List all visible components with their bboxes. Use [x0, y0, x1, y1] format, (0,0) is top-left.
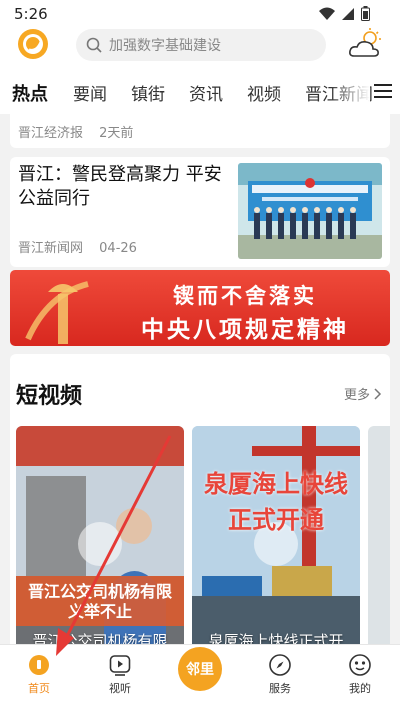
status-bar: 5:26 [0, 0, 400, 28]
search-bar[interactable]: 加强数字基础建设 [76, 29, 326, 61]
nav-profile[interactable]: 我的 [330, 653, 390, 696]
compass-icon [269, 654, 291, 676]
news-source: 晋江经济报 [18, 126, 84, 141]
banner-emblem-icon [25, 281, 89, 344]
news-source: 晋江新闻网 [18, 241, 84, 256]
tab-hot[interactable]: 热点 [12, 80, 48, 106]
wifi-icon [319, 7, 335, 20]
nav-center-label: 邻里 [186, 662, 214, 678]
search-placeholder: 加强数字基础建设 [109, 38, 221, 54]
news-date: 04-26 [99, 241, 137, 256]
news-title: 晋江：警民登高聚力 平安公益同行 [18, 164, 222, 209]
news-time: 2天前 [99, 126, 134, 141]
status-time: 5:26 [14, 5, 48, 23]
tab-news[interactable]: 资讯 [189, 80, 223, 105]
banner-line2: 中央八项规定精神 [141, 316, 349, 343]
more-label: 更多 [343, 388, 370, 403]
chevron-right-icon [374, 387, 382, 400]
battery-icon [361, 6, 370, 21]
play-icon [78, 522, 122, 566]
user-face-icon [349, 654, 371, 676]
nav-services[interactable]: 服务 [250, 653, 310, 696]
nav-label: 服务 [269, 682, 291, 695]
neighborhood-center-icon[interactable]: 邻里 [178, 647, 222, 691]
nav-home[interactable]: 首页 [9, 653, 69, 696]
video-caption: 晋江公交司机杨有限 [32, 632, 168, 644]
nav-label: 我的 [349, 682, 371, 695]
section-heading: 短视频 [16, 384, 83, 409]
nav-video[interactable]: 视听 [90, 653, 150, 696]
home-icon [29, 655, 49, 675]
search-icon [86, 37, 102, 53]
video-card[interactable]: 泉厦海上快线 正式开通 泉厦海上快线正式开 [192, 426, 360, 644]
feed-content: 晋江经济报 2天前 晋江：警民登高聚力 平安公益同行 晋江新闻网 04-26 锲… [0, 114, 400, 644]
category-tabs: 热点 要闻 镇街 资讯 视频 晋江新闻 [0, 72, 400, 114]
news-meta: 晋江新闻网 04-26 [18, 237, 149, 256]
video-overlay-title: 晋江公交司机杨有限 义举不止 [27, 582, 172, 621]
news-meta: 晋江经济报 2天前 [18, 122, 145, 141]
news-card[interactable]: 晋江：警民登高聚力 平安公益同行 晋江新闻网 04-26 [10, 157, 390, 267]
nav-label: 首页 [28, 682, 50, 695]
news-thumbnail [238, 163, 382, 259]
tab-headlines[interactable]: 要闻 [73, 80, 107, 105]
video-overlay-title: 泉厦海上快线 正式开通 [204, 469, 348, 534]
app-logo-icon[interactable] [17, 28, 49, 60]
app-header: 加强数字基础建设 [0, 28, 400, 72]
nav-label: 视听 [109, 682, 131, 695]
video-play-icon [109, 655, 131, 676]
video-caption: 泉厦海上快线正式开 [208, 632, 344, 644]
tab-towns[interactable]: 镇街 [131, 80, 165, 105]
video-card[interactable] [368, 426, 390, 644]
more-link[interactable]: 更多 [344, 384, 382, 403]
status-icons [319, 6, 370, 21]
news-card-partial[interactable]: 晋江经济报 2天前 [10, 114, 390, 148]
tab-fade [330, 72, 370, 114]
cloudy-weather-icon[interactable] [348, 28, 384, 60]
menu-icon[interactable] [374, 84, 392, 102]
video-card[interactable]: 晋江公交司机杨有限 义举不止 晋江公交司机杨有限 [16, 426, 184, 644]
promo-banner[interactable]: 锲而不舍落实 中央八项规定精神 [10, 270, 390, 346]
bottom-navigation: 首页 视听 邻里 服务 我的 [0, 644, 400, 711]
short-video-section: 短视频 更多 晋江公交司机杨有限 义举不止 晋江公交司机杨有限 泉厦海上快线 正… [10, 354, 390, 644]
signal-icon [342, 7, 354, 20]
tab-video[interactable]: 视频 [247, 80, 281, 105]
banner-line1: 锲而不舍落实 [173, 283, 317, 308]
